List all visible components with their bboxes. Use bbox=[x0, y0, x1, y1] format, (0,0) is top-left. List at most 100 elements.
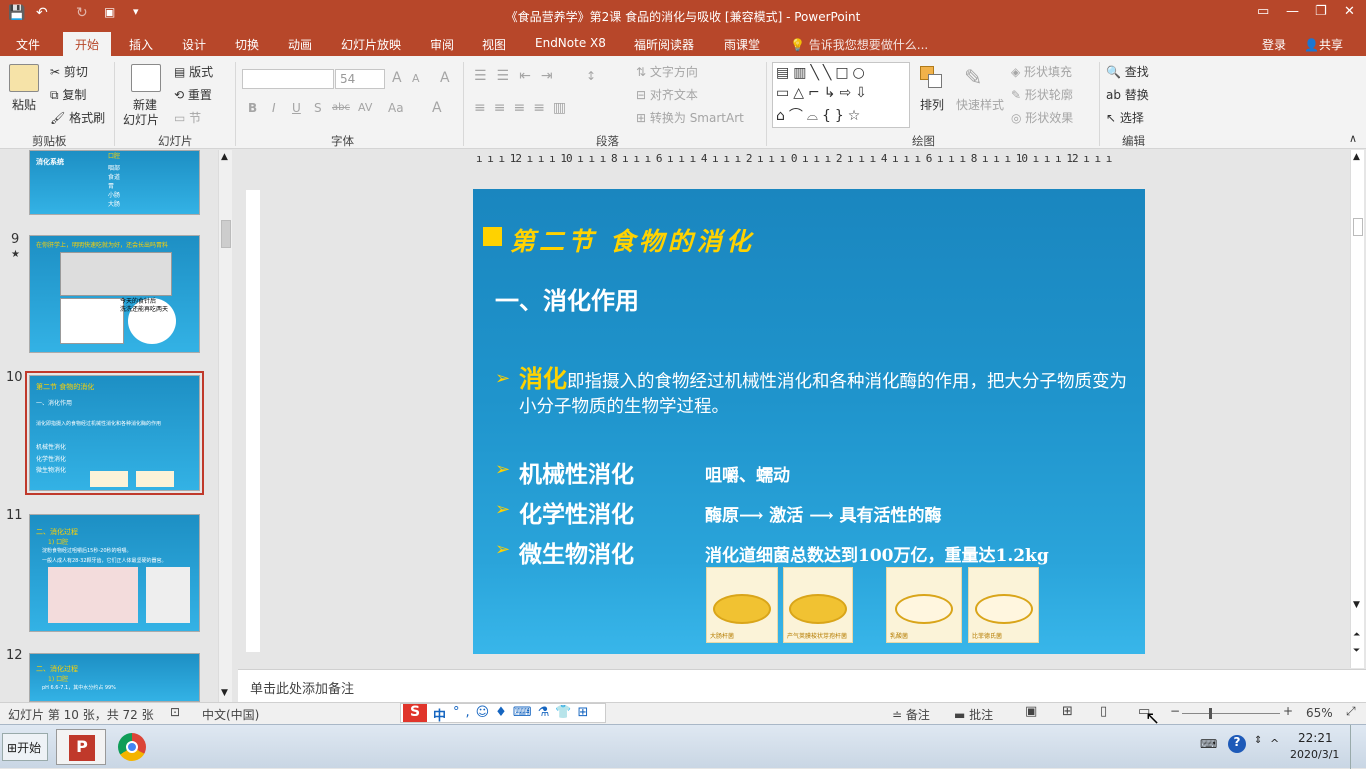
quick-styles-icon[interactable]: ✎ bbox=[964, 66, 982, 91]
help-tray-icon[interactable]: ? bbox=[1228, 735, 1246, 753]
tab-slideshow[interactable]: 幻灯片放映 bbox=[341, 36, 401, 53]
format-painter-button[interactable]: 🖌 格式刷 bbox=[50, 109, 105, 126]
item-desc[interactable]: 酶原⟶ 激活 ⟶ 具有活性的酶 bbox=[705, 501, 942, 526]
underline-button[interactable]: U bbox=[292, 101, 301, 115]
prev-slide-icon[interactable]: ⏶ bbox=[1353, 630, 1360, 640]
editor-scrollbar[interactable]: ▲ ▼ ⏶ ⏷ bbox=[1350, 150, 1364, 668]
strikethrough-button[interactable]: abc bbox=[332, 102, 350, 113]
arrange-icon[interactable] bbox=[918, 64, 944, 90]
sogou-logo-icon[interactable]: S bbox=[403, 704, 427, 722]
italic-button[interactable]: I bbox=[272, 101, 276, 115]
shapes-row3-icon[interactable]: ⌂⌒⌓{}☆ bbox=[776, 105, 864, 125]
clock-date[interactable]: 2020/3/1 bbox=[1290, 748, 1339, 761]
item-desc[interactable]: 咀嚼、蠕动 bbox=[705, 461, 790, 486]
scroll-down-icon[interactable]: ▼ bbox=[221, 688, 228, 698]
char-spacing-button[interactable]: AV bbox=[358, 101, 372, 114]
notes-pane[interactable]: 单击此处添加备注 bbox=[238, 669, 1366, 702]
login-link[interactable]: 登录 bbox=[1262, 36, 1286, 53]
shape-effects-button[interactable]: ◎ 形状效果 bbox=[1011, 109, 1073, 126]
bacteria-image[interactable]: 大肠杆菌 bbox=[706, 567, 778, 643]
tray-expand-icon[interactable]: ⇕ bbox=[1254, 735, 1262, 746]
zoom-slider[interactable] bbox=[1182, 713, 1280, 714]
font-name-field[interactable] bbox=[242, 69, 334, 89]
shapes-gallery[interactable]: ▤▥╲╲□○ ▭△⌐↳⇨⇩ ⌂⌒⌓{}☆ bbox=[772, 62, 910, 128]
reset-button[interactable]: ⟲ 重置 bbox=[174, 86, 212, 103]
tab-review[interactable]: 审阅 bbox=[430, 36, 454, 53]
scroll-thumb[interactable] bbox=[1353, 218, 1363, 236]
bacteria-image[interactable]: 比菲德氏菌 bbox=[968, 567, 1039, 643]
layout-button[interactable]: ▤ 版式 bbox=[174, 63, 213, 80]
scroll-thumb[interactable] bbox=[221, 220, 231, 248]
collapse-ribbon-icon[interactable]: ∧ bbox=[1349, 132, 1357, 145]
tell-me-box[interactable]: 💡 告诉我您想要做什么... bbox=[790, 36, 928, 53]
tab-insert[interactable]: 插入 bbox=[129, 36, 153, 53]
minimize-button[interactable]: — bbox=[1286, 4, 1299, 19]
copy-button[interactable]: ⧉ 复制 bbox=[50, 86, 86, 103]
chrome-taskbar-button[interactable] bbox=[110, 729, 156, 765]
maximize-button[interactable]: ❐ bbox=[1315, 4, 1327, 19]
grow-font-button[interactable]: A bbox=[392, 70, 402, 86]
align-text-button[interactable]: ⊟ 对齐文本 bbox=[636, 86, 698, 103]
slide-thumbnail-8[interactable]: 消化系统 口腔 咽部 食道 胃 小肠 大肠 bbox=[29, 150, 200, 215]
share-button[interactable]: 👤共享 bbox=[1304, 36, 1343, 53]
slide-thumbnail-9[interactable]: 在你肝学上，明明快速吃就为好，还会长出吗胃料 今天的食针后 洗洗还能再吃两天 bbox=[29, 235, 200, 353]
item-desc[interactable]: 消化道细菌总数达到100万亿，重量达1.2kg bbox=[705, 541, 1049, 566]
item-term[interactable]: 机械性消化 bbox=[519, 455, 634, 489]
find-button[interactable]: 🔍 查找 bbox=[1106, 63, 1149, 80]
zoom-out-button[interactable]: − bbox=[1170, 704, 1180, 718]
shape-fill-button[interactable]: ◈ 形状填充 bbox=[1011, 63, 1072, 80]
zoom-slider-handle[interactable] bbox=[1209, 708, 1212, 719]
tab-rainclassroom[interactable]: 雨课堂 bbox=[724, 36, 760, 53]
bacteria-image[interactable]: 乳酸菌 bbox=[886, 567, 962, 643]
fit-slide-icon[interactable]: ⤢ bbox=[1346, 704, 1356, 719]
show-desktop-button[interactable] bbox=[1350, 725, 1366, 769]
paste-icon[interactable] bbox=[9, 64, 39, 92]
slide-subheading[interactable]: 一、消化作用 bbox=[495, 281, 639, 316]
clock-time[interactable]: 22:21 bbox=[1298, 731, 1333, 745]
thumbnail-scrollbar[interactable]: ▲ ▼ bbox=[218, 150, 232, 702]
shrink-font-button[interactable]: A bbox=[412, 72, 420, 85]
tab-file[interactable]: 文件 bbox=[16, 36, 40, 53]
replace-button[interactable]: ab 替换 bbox=[1106, 86, 1149, 103]
slide-canvas[interactable]: 第二节 食物的消化 一、消化作用 ➢ 消化即指摄入的食物经过机械性消化和各种消化… bbox=[473, 189, 1145, 654]
slide-body-text[interactable]: 消化即指摄入的食物经过机械性消化和各种消化酶的作用，把大分子物质变为小分子物质的… bbox=[519, 367, 1129, 420]
reading-view-icon[interactable]: ▯ bbox=[1100, 704, 1107, 719]
zoom-level[interactable]: 65% bbox=[1306, 706, 1333, 720]
slide-thumbnail-12[interactable]: 二、消化过程 1) 口腔 pH 6.6-7.1，其中水分约占 99% bbox=[29, 653, 200, 702]
paste-button[interactable]: 粘贴 bbox=[12, 96, 36, 113]
clear-format-button[interactable]: A bbox=[440, 70, 450, 86]
change-case-button[interactable]: Aa bbox=[388, 101, 404, 115]
shapes-row1-icon[interactable]: ▤▥╲╲□○ bbox=[776, 65, 869, 81]
scroll-up-icon[interactable]: ▲ bbox=[1353, 152, 1360, 162]
language-indicator[interactable]: 中文(中国) bbox=[202, 706, 259, 723]
tab-home[interactable]: 开始 bbox=[63, 32, 112, 56]
arrange-button[interactable]: 排列 bbox=[920, 96, 944, 113]
tab-view[interactable]: 视图 bbox=[482, 36, 506, 53]
tab-design[interactable]: 设计 bbox=[182, 36, 206, 53]
font-size-field[interactable]: 54 bbox=[335, 69, 385, 89]
line-spacing-icon[interactable]: ↕ bbox=[586, 69, 596, 83]
notes-toggle-button[interactable]: ≐ 备注 bbox=[892, 706, 930, 723]
ribbon-display-icon[interactable]: ▭ bbox=[1257, 4, 1269, 19]
tray-arrow-icon[interactable]: ^ bbox=[1270, 737, 1279, 750]
tab-transitions[interactable]: 切换 bbox=[235, 36, 259, 53]
close-button[interactable]: ✕ bbox=[1344, 4, 1355, 19]
tab-endnote[interactable]: EndNote X8 bbox=[535, 36, 606, 50]
spellcheck-icon[interactable]: ⊡ bbox=[170, 705, 180, 719]
powerpoint-taskbar-button[interactable]: P bbox=[56, 729, 106, 765]
bullets-list-icon[interactable]: ☰☰⇤⇥ bbox=[474, 68, 563, 84]
slide-heading[interactable]: 第二节 食物的消化 bbox=[510, 222, 755, 258]
ime-mode[interactable]: 中 bbox=[433, 705, 446, 724]
tab-animations[interactable]: 动画 bbox=[288, 36, 312, 53]
font-color-button[interactable]: A bbox=[432, 100, 442, 116]
start-button[interactable]: ⊞开始 bbox=[2, 733, 48, 761]
select-button[interactable]: ↖ 选择 bbox=[1106, 109, 1144, 126]
new-slide-icon[interactable] bbox=[131, 64, 161, 92]
section-button[interactable]: ▭ 节 bbox=[174, 109, 201, 126]
bacteria-image[interactable]: 产气荚膜梭状芽孢杆菌 bbox=[783, 567, 853, 643]
zoom-in-button[interactable]: + bbox=[1283, 704, 1293, 718]
keyboard-tray-icon[interactable]: ⌨ bbox=[1200, 737, 1217, 751]
new-slide-label2[interactable]: 幻灯片 bbox=[123, 111, 159, 128]
cut-button[interactable]: ✂ 剪切 bbox=[50, 63, 88, 80]
bold-button[interactable]: B bbox=[248, 101, 257, 115]
